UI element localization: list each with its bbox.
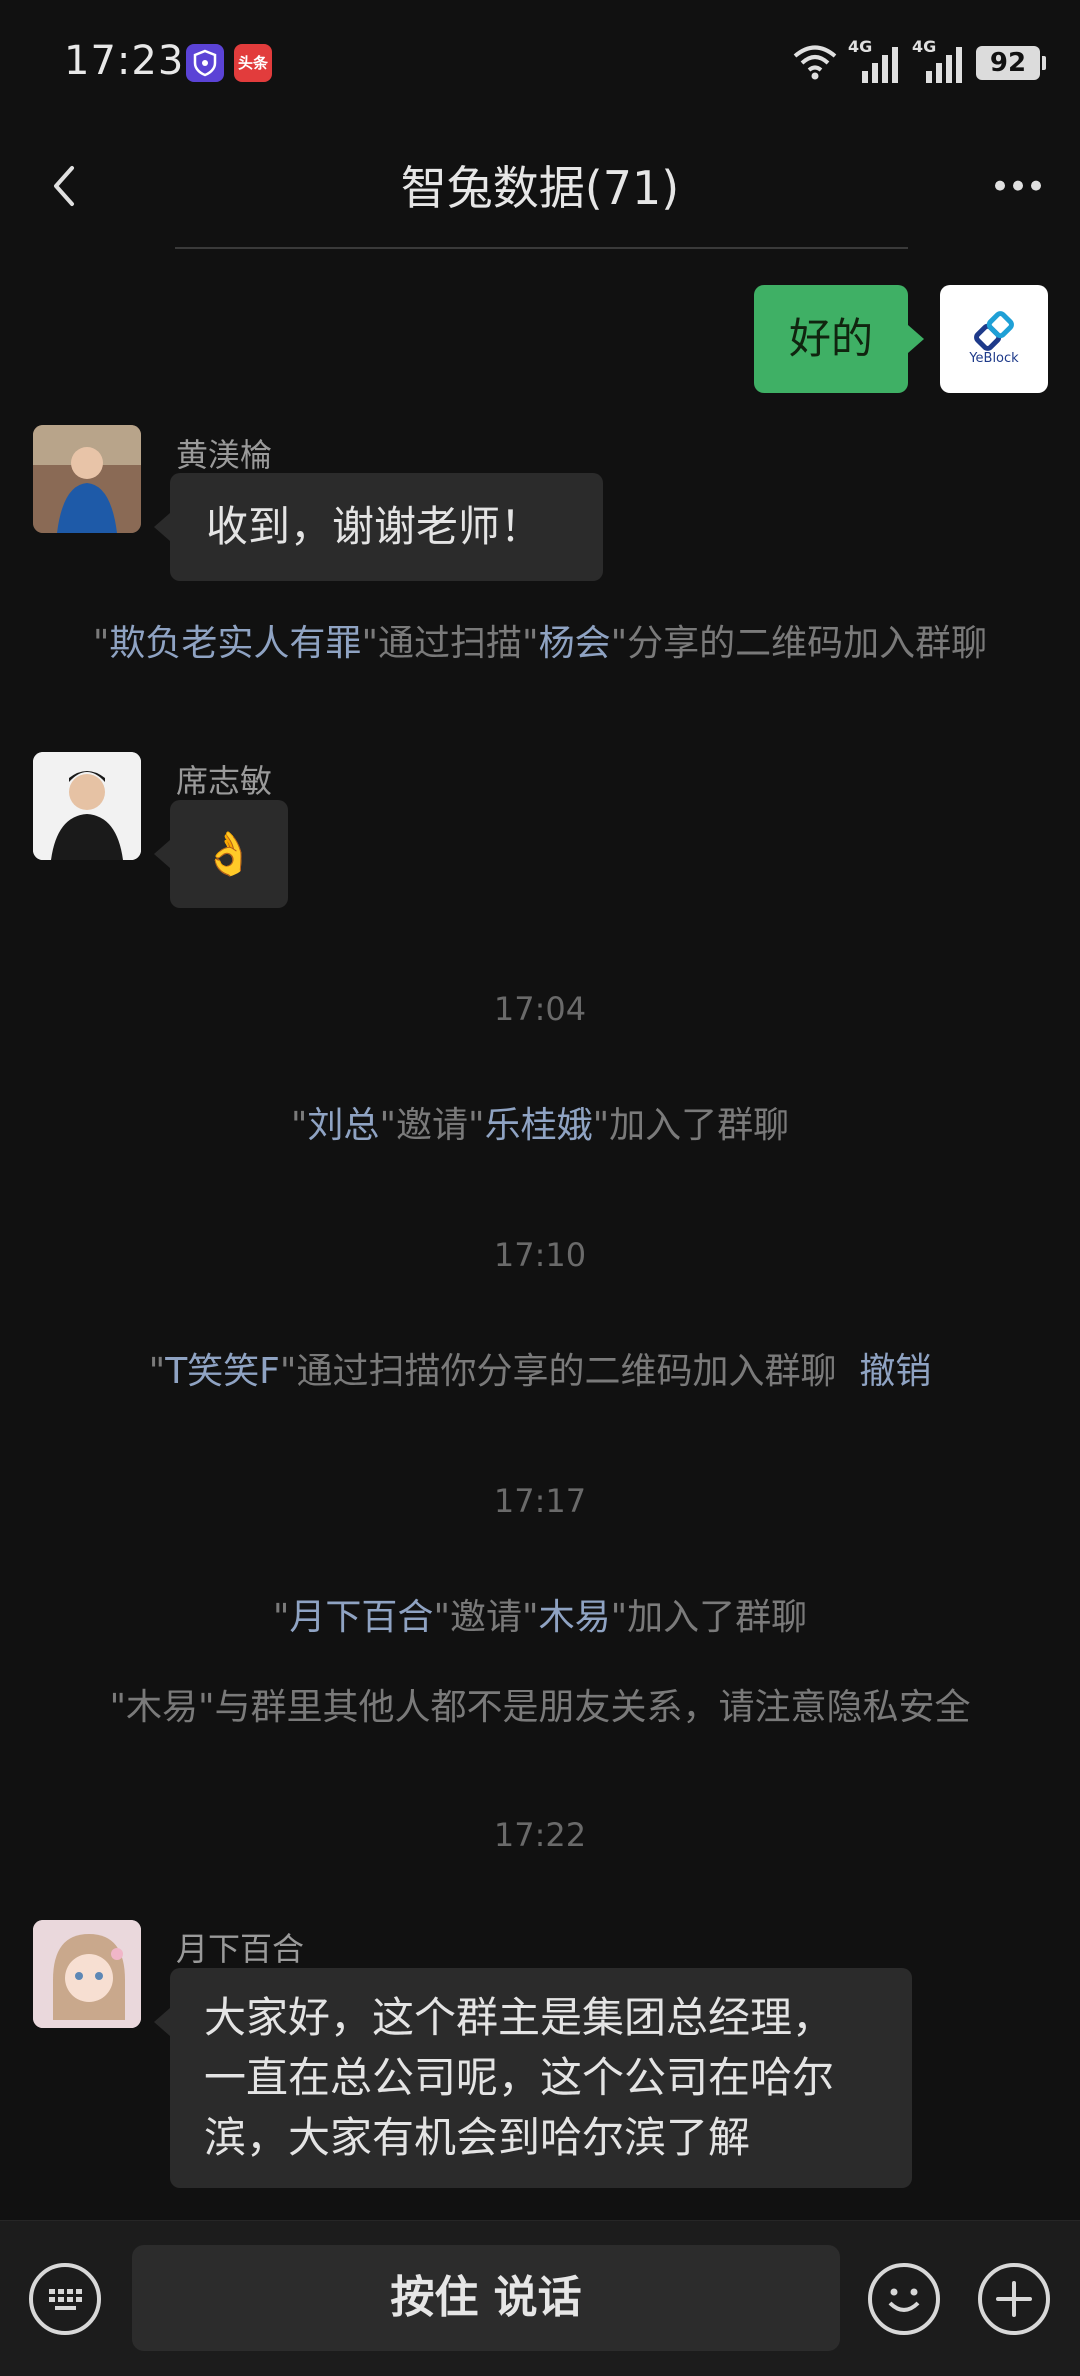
signal-icon-2: 4G (912, 37, 968, 85)
timestamp: 17:17 (493, 1482, 587, 1520)
battery-icon: 92 (976, 46, 1046, 80)
chat-screen: 17:23 头条 4G 4G 92 智兔数据(71) 好的 YeBlock 黄渼… (0, 0, 1080, 2376)
timestamp: 17:04 (493, 990, 587, 1028)
more-dots-icon (995, 180, 1041, 191)
hold-to-talk-button[interactable]: 按住 说话 (132, 2245, 840, 2351)
member-name-link[interactable]: T笑笑F (165, 1351, 280, 1392)
avatar[interactable] (33, 425, 141, 533)
wifi-icon (790, 41, 840, 85)
avatar[interactable] (33, 752, 141, 860)
signal-icon: 4G (848, 37, 904, 85)
emoji-ok-hand: 👌 (202, 829, 256, 878)
emoji-icon (888, 2288, 920, 2312)
sender-name: 月下百合 (176, 1930, 305, 1968)
message-text-line: 滨，大家有机会到哈尔滨了解 (204, 2113, 751, 2162)
revoke-link[interactable]: 撤销 (859, 1351, 931, 1392)
more-options-button[interactable] (986, 156, 1050, 216)
message-text-line: 大家好，这个群主是集团总经理， (204, 1993, 835, 2042)
more-functions-button[interactable] (978, 2263, 1050, 2335)
message-bubble[interactable]: 大家好，这个群主是集团总经理， 一直在总公司呢，这个公司在哈尔 滨，大家有机会到… (154, 1968, 912, 2188)
emoji-button[interactable] (868, 2263, 940, 2335)
sender-name: 黄渼棆 (176, 436, 273, 474)
message-text: 收到，谢谢老师！ (206, 502, 543, 551)
message-text: 好的 (788, 314, 873, 363)
status-right: 4G 4G 92 (790, 37, 1046, 88)
privacy-notice: "木易"与群里其他人都不是朋友关系，请注意隐私安全 (109, 1687, 971, 1728)
message-bubble-outgoing[interactable]: 好的 (754, 285, 924, 393)
system-message: "欺负老实人有罪"通过扫描"杨会"分享的二维码加入群聊 (92, 623, 988, 664)
timestamp: 17:22 (493, 1816, 587, 1854)
avatar[interactable] (33, 1920, 141, 2028)
keyboard-toggle-button[interactable] (29, 2263, 101, 2335)
member-name-link[interactable]: 刘总 (307, 1105, 379, 1146)
status-bar: 17:23 头条 4G 4G 92 (0, 0, 1080, 120)
timestamp: 17:10 (493, 1236, 587, 1274)
shield-app-icon (186, 44, 224, 82)
my-avatar[interactable]: YeBlock (940, 285, 1048, 393)
status-time: 17:23 (64, 38, 185, 84)
member-name-link[interactable]: 杨会 (539, 623, 611, 664)
message-bubble[interactable]: 收到，谢谢老师！ (154, 473, 603, 581)
chat-title: 智兔数据(71) (400, 161, 680, 215)
system-message: "月下百合"邀请"木易"加入了群聊 (272, 1597, 808, 1638)
input-bar: 按住 说话 (0, 2220, 1080, 2376)
plus-icon (996, 2281, 1032, 2317)
toutiao-app-icon: 头条 (234, 44, 272, 82)
member-name-link[interactable]: 欺负老实人有罪 (109, 623, 361, 664)
system-message: "刘总"邀请"乐桂娥"加入了群聊 (290, 1105, 790, 1146)
member-name-link[interactable]: 月下百合 (289, 1597, 433, 1638)
message-bubble[interactable]: 👌 (154, 800, 288, 908)
chat-header: 智兔数据(71) (0, 120, 1080, 250)
keyboard-icon (49, 2289, 82, 2310)
sender-name: 席志敏 (176, 762, 273, 800)
member-name-link[interactable]: 木易 (539, 1597, 611, 1638)
avatar-label: YeBlock (969, 351, 1019, 366)
message-text-line: 一直在总公司呢，这个公司在哈尔 (204, 2053, 835, 2102)
member-name-link[interactable]: 乐桂娥 (485, 1105, 593, 1146)
system-message: "T笑笑F"通过扫描你分享的二维码加入群聊 撤销 (148, 1351, 932, 1392)
header-divider (175, 247, 908, 249)
